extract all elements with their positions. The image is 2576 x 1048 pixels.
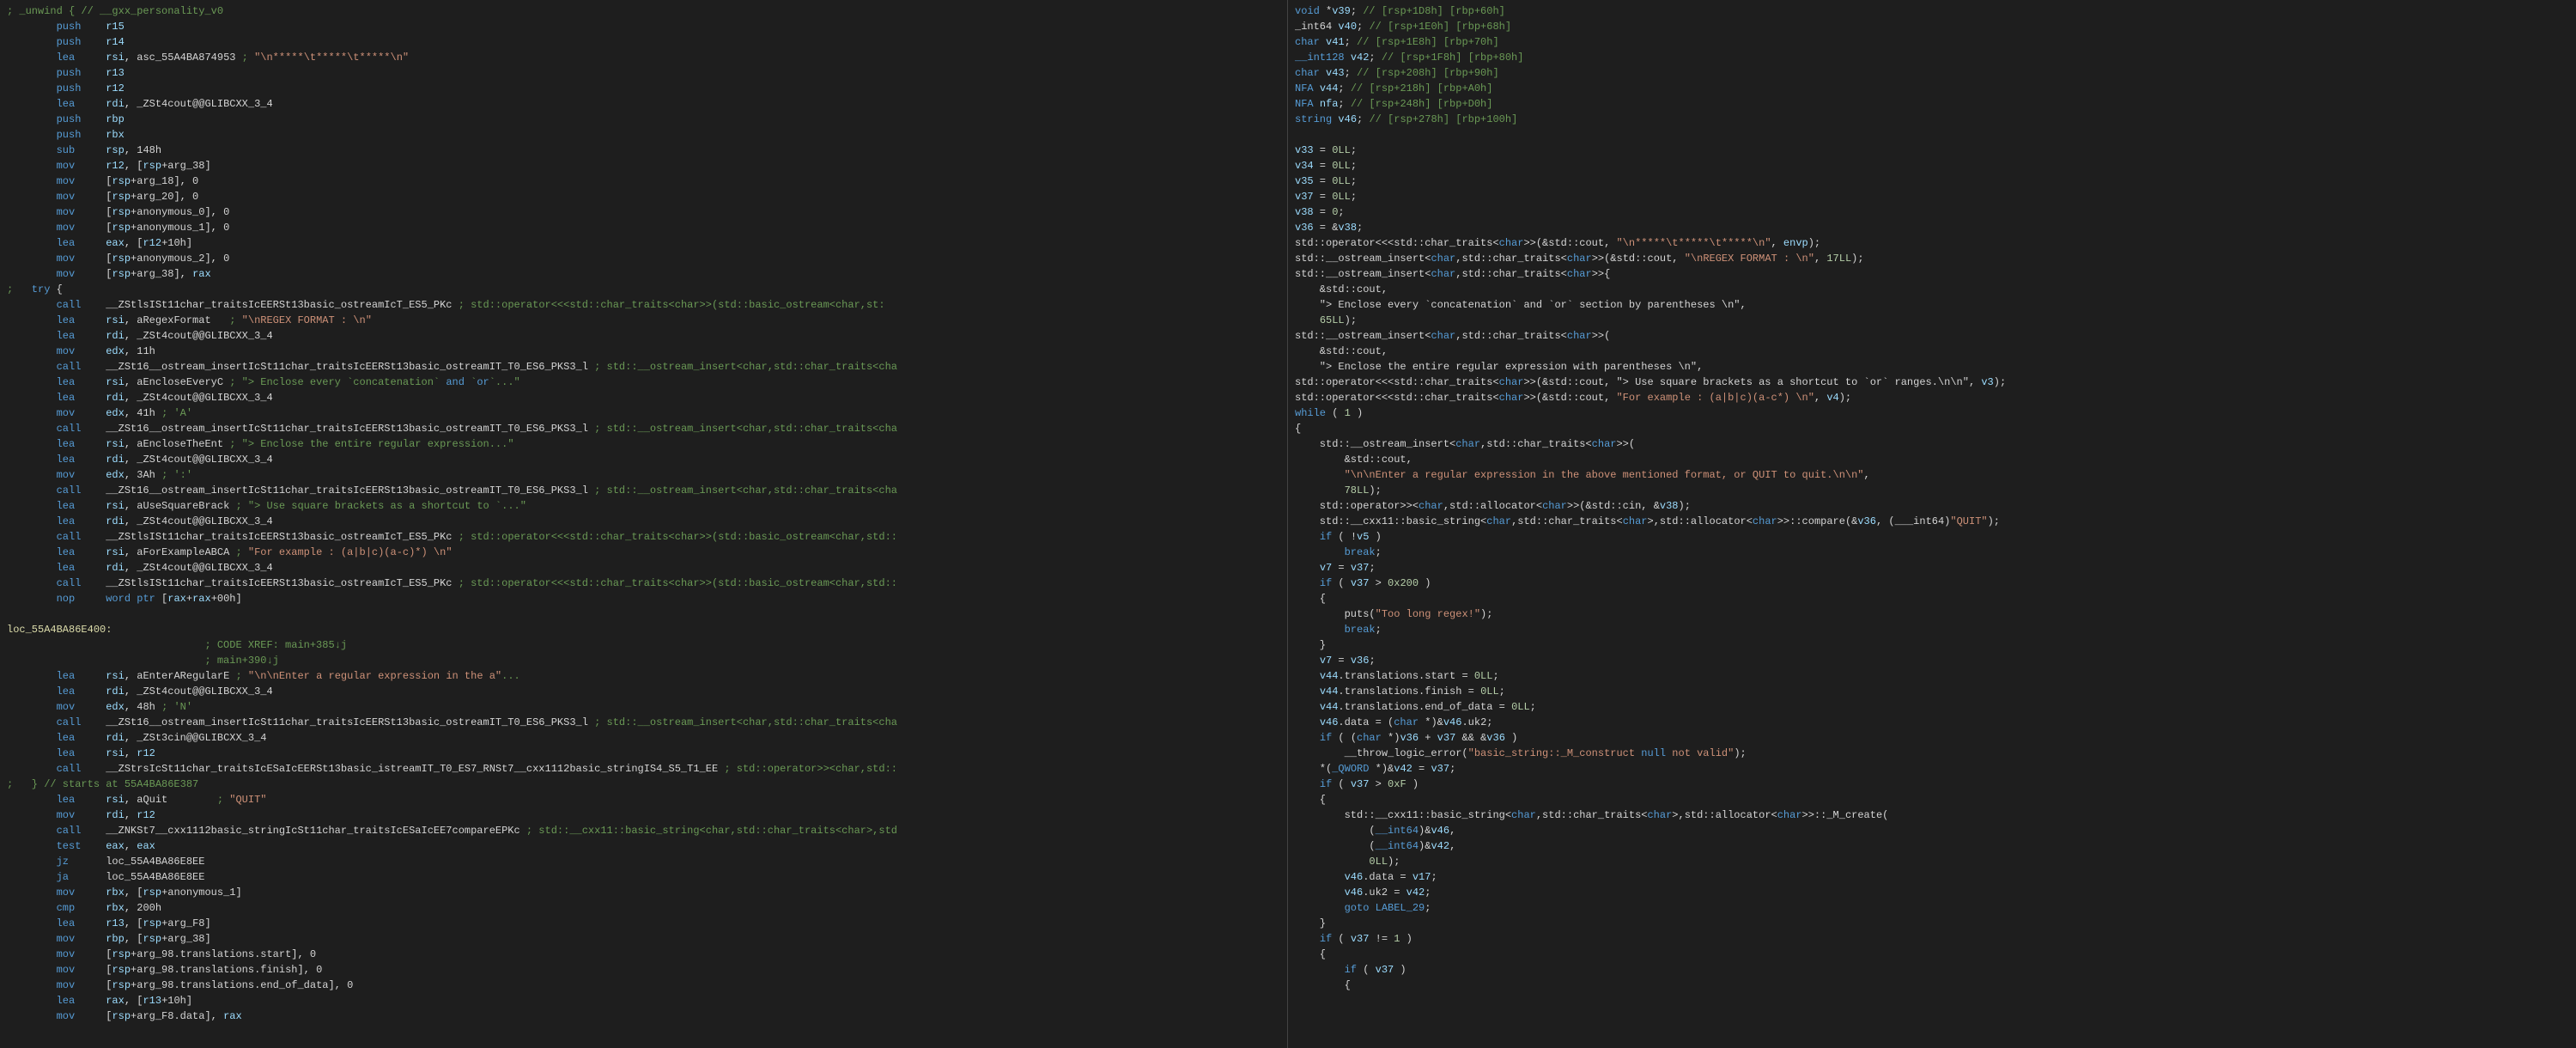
left-code-pane: ; _unwind { // __gxx_personality_v0 push… [0, 0, 1288, 1048]
main-container: ; _unwind { // __gxx_personality_v0 push… [0, 0, 2576, 1048]
left-code-content: ; _unwind { // __gxx_personality_v0 push… [7, 3, 1280, 1024]
right-code-content: void *v39; // [rsp+1D8h] [rbp+60h] _int6… [1295, 3, 2569, 993]
right-code-pane: void *v39; // [rsp+1D8h] [rbp+60h] _int6… [1288, 0, 2576, 1048]
